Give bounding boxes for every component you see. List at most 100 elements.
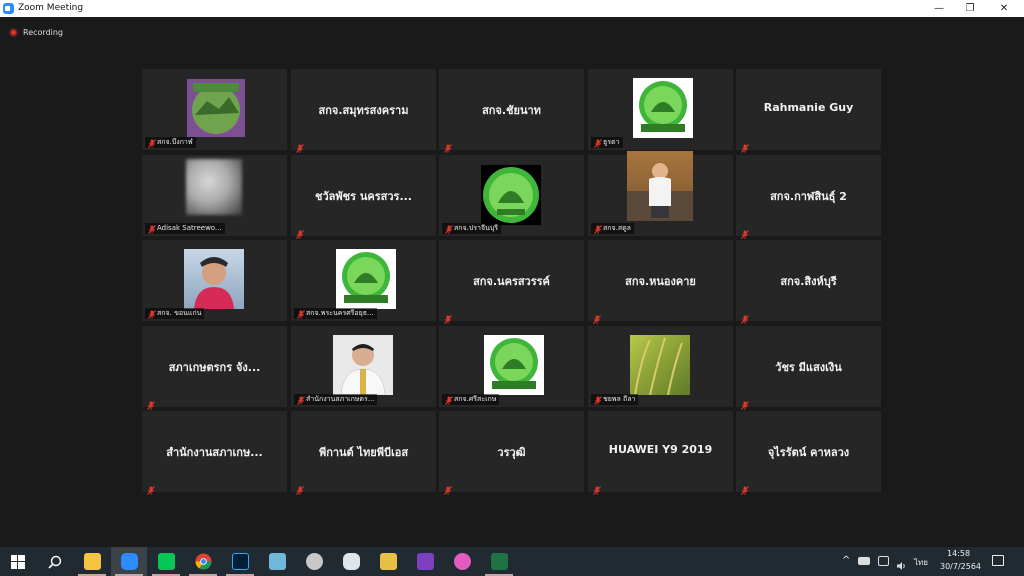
participant-tile[interactable]: สกจ.หนองคาย xyxy=(588,240,733,324)
taskbar-app-6[interactable] xyxy=(259,547,295,576)
clock-date[interactable]: 30/7/2564 xyxy=(940,562,981,571)
participant-tile[interactable]: สกจ.ชัยนาท xyxy=(439,69,584,153)
participant-name: ชวัลพัชร นครสวร... xyxy=(315,190,412,203)
mic-muted-icon xyxy=(297,310,305,319)
participant-tile[interactable]: สภาเกษตรกร จัง... xyxy=(142,326,287,410)
participant-label: สกจ.บึงกาฬ xyxy=(145,137,196,148)
participant-label-text: สกจ. ขอนแก่น xyxy=(157,309,202,317)
participant-tile[interactable]: สกจ.สิงห์บุรี xyxy=(736,240,881,324)
taskbar-file-explorer[interactable] xyxy=(74,547,110,576)
taskbar-visual-studio[interactable] xyxy=(407,547,443,576)
disc-app-icon xyxy=(305,553,323,570)
visual-studio-icon xyxy=(416,553,434,570)
mic-muted-icon xyxy=(593,480,601,495)
participant-name: สกจ.สมุทรสงคราม xyxy=(318,104,409,117)
mic-muted-icon xyxy=(148,225,156,234)
participant-label: สกจ. ขอนแก่น xyxy=(145,308,205,319)
mic-muted-icon xyxy=(741,138,749,153)
participant-avatar xyxy=(336,249,396,309)
mic-muted-icon xyxy=(148,310,156,319)
window-title: Zoom Meeting xyxy=(18,3,84,13)
taskbar-excel[interactable] xyxy=(481,547,517,576)
participant-label: สำนักงานสภาเกษตร... xyxy=(294,394,378,405)
mic-muted-icon xyxy=(741,480,749,495)
participant-name: จุไรรัตน์ คาหลวง xyxy=(767,446,850,459)
participant-tile[interactable]: สกจ.ศรีสะเกษ xyxy=(439,326,584,407)
excel-icon xyxy=(490,553,508,570)
participant-tile[interactable]: สกจ.กาฬสินธุ์ 2 xyxy=(736,155,881,239)
participant-label-text: สำนักงานสภาเกษตร... xyxy=(306,395,375,403)
search-button[interactable] xyxy=(37,547,73,576)
taskbar-app-9[interactable] xyxy=(370,547,406,576)
participant-tile[interactable]: สำนักงานสภาเกษ... xyxy=(142,411,287,495)
participant-label-text: ธูรตา xyxy=(603,138,620,146)
mic-muted-icon xyxy=(148,139,156,148)
taskbar-zoom[interactable] xyxy=(111,547,147,576)
participant-tile[interactable]: ชยพล ถีลา xyxy=(588,326,733,407)
chrome-icon xyxy=(195,553,211,570)
clock-time[interactable]: 14:58 xyxy=(947,549,970,558)
taskbar-photoshop[interactable] xyxy=(222,547,258,576)
participant-tile[interactable]: วัชร มีแสงเงิน xyxy=(736,326,881,410)
network-icon[interactable] xyxy=(878,556,889,566)
folder-icon xyxy=(83,553,101,570)
participant-tile[interactable]: วรวุฒิ xyxy=(439,411,584,495)
participant-tile[interactable]: HUAWEI Y9 2019 xyxy=(588,411,733,495)
record-icon xyxy=(9,27,18,37)
mic-muted-icon xyxy=(296,480,304,495)
start-button[interactable] xyxy=(0,547,36,576)
participant-tile[interactable]: สกจ.ปราจีนบุรี xyxy=(439,155,584,236)
music-app-icon xyxy=(453,553,471,570)
mic-muted-icon xyxy=(741,309,749,324)
participant-name: วรวุฒิ xyxy=(497,446,526,459)
input-language[interactable]: ไทย xyxy=(914,556,928,569)
participant-tile[interactable]: Adisak Satreewo... xyxy=(142,155,287,236)
participant-tile[interactable]: สกจ.พระนครศรีอยุธ... xyxy=(291,240,436,321)
participant-tile[interactable]: สกจ. ขอนแก่น xyxy=(142,240,287,321)
participant-label-text: สกจ.ปราจีนบุรี xyxy=(454,224,499,232)
participant-tile[interactable]: จุไรรัตน์ คาหลวง xyxy=(736,411,881,495)
participant-name: สำนักงานสภาเกษ... xyxy=(166,446,263,459)
participant-tile[interactable]: สกจ.นครสวรรค์ xyxy=(439,240,584,324)
participant-tile[interactable]: สกจ.สมุทรสงคราม xyxy=(291,69,436,153)
show-hidden-icons-button[interactable]: ^ xyxy=(842,555,850,566)
taskbar-chrome[interactable] xyxy=(185,547,221,576)
participant-label-text: สกจ.สตูล xyxy=(603,224,631,232)
participant-label: สกจ.พระนครศรีอยุธ... xyxy=(294,308,377,319)
photoshop-icon xyxy=(231,553,249,570)
windows-taskbar: ^ ไทย 14:58 30/7/2564 xyxy=(0,547,1024,576)
participant-tile[interactable]: สกจ.บึงกาฬ xyxy=(142,69,287,150)
participant-label: สกจ.ปราจีนบุรี xyxy=(442,223,502,234)
participant-label: Adisak Satreewo... xyxy=(145,223,225,234)
battery-icon[interactable] xyxy=(858,557,870,565)
participant-name: HUAWEI Y9 2019 xyxy=(608,443,713,456)
action-center-icon[interactable] xyxy=(992,555,1004,566)
participant-name: สภาเกษตรกร จัง... xyxy=(168,361,261,374)
notes-app-icon xyxy=(268,553,286,570)
recording-label: Recording xyxy=(23,27,64,37)
participant-grid: สกจ.บึงกาฬ สกจ.สมุทรสงคราม สกจ.ชัยนาทธูรตา… xyxy=(142,69,882,495)
participant-tile[interactable]: สกจ.สตูล xyxy=(588,151,733,236)
restore-button[interactable]: ❐ xyxy=(955,0,985,17)
mic-muted-icon xyxy=(593,309,601,324)
taskbar-app-7[interactable] xyxy=(296,547,332,576)
participant-avatar xyxy=(481,165,541,225)
participant-tile[interactable]: พีกานต์ ไทยพีบีเอส xyxy=(291,411,436,495)
taskbar-itunes[interactable] xyxy=(444,547,480,576)
taskbar-line[interactable] xyxy=(148,547,184,576)
mic-muted-icon xyxy=(444,309,452,324)
participant-label-text: สกจ.บึงกาฬ xyxy=(157,138,193,146)
volume-icon[interactable] xyxy=(896,556,906,570)
participant-name: Rahmanie Guy xyxy=(763,101,854,114)
recording-indicator[interactable]: Recording xyxy=(9,26,63,38)
taskbar-app-8[interactable] xyxy=(333,547,369,576)
participant-tile[interactable]: สำนักงานสภาเกษตร... xyxy=(291,326,436,407)
participant-tile[interactable]: ธูรตา xyxy=(588,69,733,150)
minimize-button[interactable]: — xyxy=(924,0,954,17)
participant-tile[interactable]: ชวัลพัชร นครสวร... xyxy=(291,155,436,239)
participant-tile[interactable]: Rahmanie Guy xyxy=(736,69,881,153)
camera-app-icon xyxy=(342,553,360,570)
close-button[interactable]: ✕ xyxy=(989,0,1019,17)
participant-name: สกจ.สิงห์บุรี xyxy=(780,275,837,288)
game-app-icon xyxy=(379,553,397,570)
